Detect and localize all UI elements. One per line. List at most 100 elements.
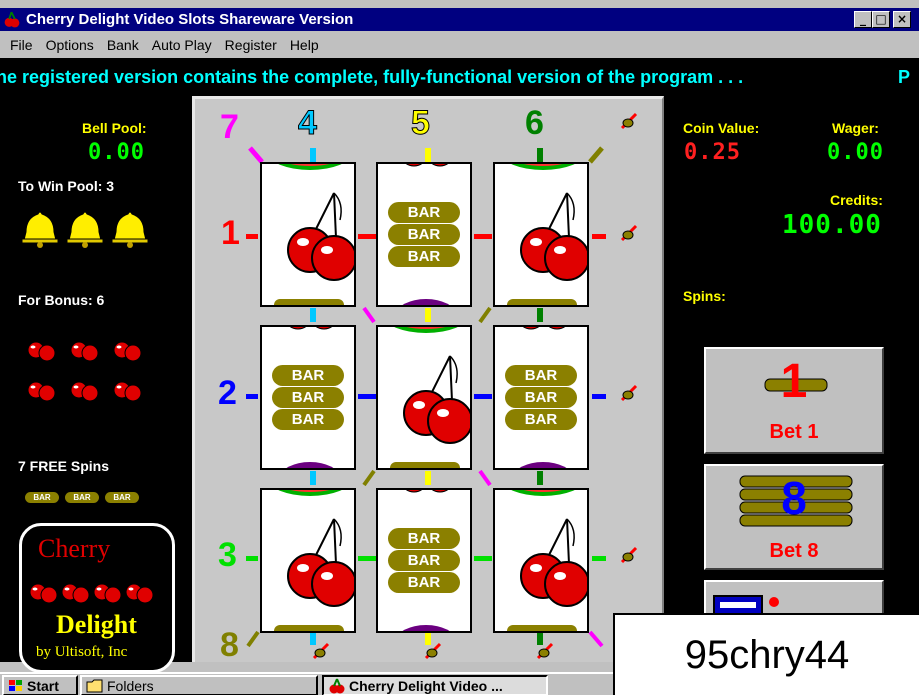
logo-cherry-text: Cherry <box>38 534 111 563</box>
window-title: Cherry Delight Video Slots Shareware Ver… <box>26 11 354 28</box>
reel-cell: BAR BAR BAR <box>493 325 589 470</box>
line-8-number[interactable]: 8 <box>220 626 239 665</box>
reel-cell <box>260 162 356 307</box>
plum-edge-icon <box>402 299 450 305</box>
bar-edge <box>274 625 344 631</box>
triple-bar: BAR BAR BAR <box>388 202 460 267</box>
melon-edge-icon <box>511 164 575 170</box>
coin-value-label: Coin Value: <box>683 120 760 136</box>
mini-bar-2: BAR <box>65 492 99 503</box>
cherry-edge-icon <box>289 327 333 330</box>
maximize-button[interactable]: □ <box>872 11 890 28</box>
cherry-delight-logo: Cherry Delight by Ultisoft, Inc <box>19 523 175 673</box>
menu-register[interactable]: Register <box>225 37 277 53</box>
line-6-number[interactable]: 6 <box>525 104 544 143</box>
bar-symbol: BAR <box>505 387 577 408</box>
close-button[interactable]: × <box>893 11 911 28</box>
menu-auto-play[interactable]: Auto Play <box>152 37 212 53</box>
cherry-app-icon <box>4 11 20 28</box>
to-win-pool-label: To Win Pool: 3 <box>18 178 115 194</box>
bar-symbol: BAR <box>388 528 460 549</box>
melon-edge-icon <box>511 490 575 496</box>
bar-symbol: BAR <box>388 550 460 571</box>
bet-1-label: Bet 1 <box>769 421 819 443</box>
bar-symbol: BAR <box>272 365 344 386</box>
reel-cell <box>376 325 472 470</box>
spins-label: Spins: <box>683 288 726 304</box>
bonus-cherries-icon <box>27 329 142 402</box>
wager-label: Wager: <box>832 120 879 136</box>
line-7-number[interactable]: 7 <box>220 108 239 147</box>
bar-symbol: BAR <box>505 365 577 386</box>
reel-cell: BAR BAR BAR <box>260 325 356 470</box>
bet-1-digit: 1 <box>780 355 808 408</box>
bar-edge <box>390 462 460 468</box>
reel-cell <box>493 162 589 307</box>
bar-symbol: BAR <box>388 572 460 593</box>
free-spins-label: 7 FREE Spins <box>18 458 110 474</box>
melon-edge-icon <box>394 327 458 333</box>
bet-8-digit: 8 <box>781 472 807 524</box>
reel-cell <box>493 488 589 633</box>
windows-logo-icon <box>9 679 22 691</box>
bet-1-button[interactable]: 1 Bet 1 <box>704 347 884 454</box>
menu-help[interactable]: Help <box>290 37 319 53</box>
bet-8-button[interactable]: 8 Bet 8 <box>704 464 884 570</box>
caption-text: 95chry44 <box>684 632 850 677</box>
minimize-button[interactable]: _ <box>854 11 872 28</box>
triple-bar: BAR BAR BAR <box>272 365 344 430</box>
logo-delight-text: Delight <box>56 610 137 639</box>
bell-pool-value: 0.00 <box>88 140 145 165</box>
caption-overlay: 95chry44 <box>613 613 919 695</box>
menu-bank[interactable]: Bank <box>107 37 139 53</box>
taskbar-folders[interactable]: Folders <box>80 675 318 695</box>
menu-file[interactable]: File <box>10 37 33 53</box>
line-4-number[interactable]: 4 <box>298 104 318 143</box>
bar-edge <box>274 299 344 305</box>
reel-cell <box>260 488 356 633</box>
ticker-text-tail: P <box>898 67 911 87</box>
line-3-number[interactable]: 3 <box>218 536 237 575</box>
plum-edge-icon <box>519 462 567 468</box>
cherry-icon <box>520 192 587 281</box>
logo-by-text: by Ultisoft, Inc <box>36 644 128 660</box>
reel-cell: BAR BAR BAR <box>376 488 472 633</box>
bell-pool-label: Bell Pool: <box>82 120 147 136</box>
bar-edge <box>507 625 577 631</box>
menu-options[interactable]: Options <box>46 37 94 53</box>
mini-bar-3: BAR <box>105 492 139 503</box>
cherry-edge-icon <box>405 164 449 167</box>
coin-value: 0.25 <box>684 140 741 165</box>
start-label: Start <box>27 677 59 694</box>
logo-cherries-icon <box>29 571 154 604</box>
line-1-number[interactable]: 1 <box>221 214 240 253</box>
triple-bar: BAR BAR BAR <box>388 528 460 593</box>
taskbar-active-label: Cherry Delight Video ... <box>349 677 503 694</box>
line-2-number[interactable]: 2 <box>218 374 237 413</box>
menu-bar: File Options Bank Auto Play Register Hel… <box>0 33 919 57</box>
bar-symbol: BAR <box>388 224 460 245</box>
cherry-icon <box>520 518 587 607</box>
melon-edge-icon <box>278 164 342 170</box>
bells-icon <box>21 211 149 248</box>
bar-symbol: BAR <box>388 246 460 267</box>
line-5-number[interactable]: 5 <box>411 104 431 143</box>
triple-bar: BAR BAR BAR <box>505 365 577 430</box>
bar-edge <box>507 299 577 305</box>
marquee-ticker: he registered version contains the compl… <box>0 58 919 96</box>
reel-cell: BAR BAR BAR <box>376 162 472 307</box>
bar-symbol: BAR <box>505 409 577 430</box>
ticker-text: he registered version contains the compl… <box>0 67 744 87</box>
mini-bars: BAR BAR BAR <box>25 492 139 503</box>
taskbar-active-window[interactable]: Cherry Delight Video ... <box>322 675 548 695</box>
bar-symbol: BAR <box>388 202 460 223</box>
mini-bar-1: BAR <box>25 492 59 503</box>
cherry-icon <box>287 192 354 281</box>
taskbar-folders-label: Folders <box>107 677 154 694</box>
cherry-edge-icon <box>405 490 449 493</box>
cherry-edge-icon <box>522 327 566 330</box>
start-button[interactable]: Start <box>2 675 78 695</box>
window-titlebar[interactable]: Cherry Delight Video Slots Shareware Ver… <box>0 8 919 31</box>
folder-icon <box>86 679 103 692</box>
cherry-taskbar-icon <box>329 678 345 693</box>
